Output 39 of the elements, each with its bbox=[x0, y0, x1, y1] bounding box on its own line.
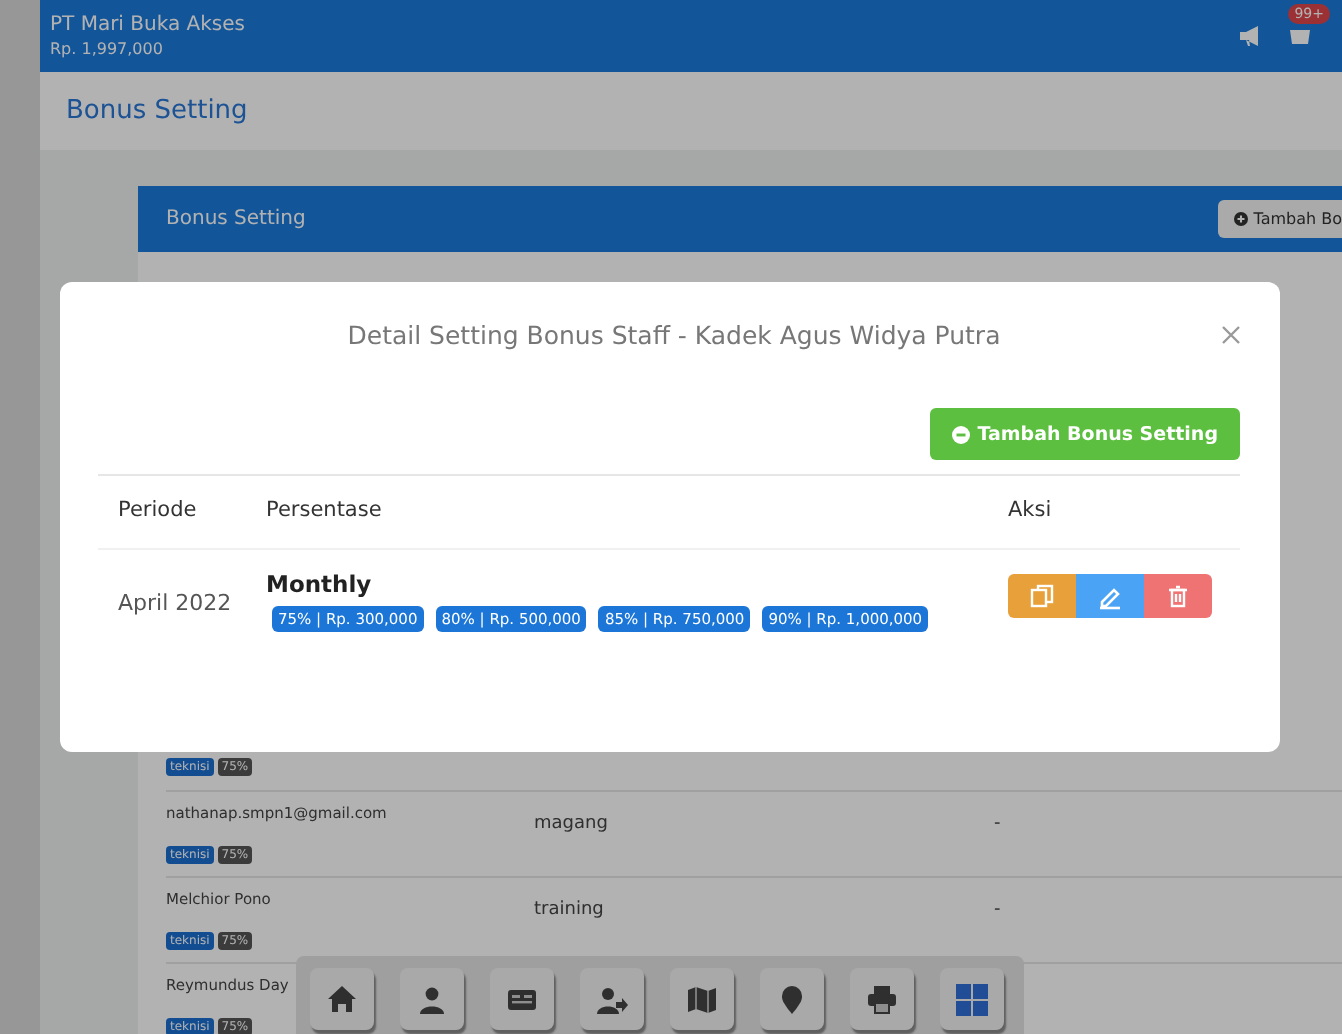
map-icon bbox=[686, 983, 718, 1015]
plus-circle-icon bbox=[1233, 212, 1248, 226]
column-header: Periode bbox=[118, 498, 197, 522]
delete-icon bbox=[1166, 583, 1190, 609]
balance: Rp. 1,997,000 bbox=[50, 40, 165, 58]
delete-button[interactable] bbox=[1144, 574, 1212, 618]
page-title: Bonus Setting bbox=[66, 96, 248, 126]
modal-title: Detail Setting Bonus Staff - Kadek Agus Widya Putra bbox=[345, 319, 1003, 349]
printer-dock-button[interactable] bbox=[850, 968, 914, 1030]
copy-icon bbox=[1030, 583, 1054, 609]
edit-button[interactable] bbox=[1076, 574, 1144, 618]
company-name: PT Mari Buka Akses bbox=[50, 14, 247, 36]
pin-dock-button[interactable] bbox=[760, 968, 824, 1030]
map-dock-button[interactable] bbox=[670, 968, 734, 1030]
table-cell: - bbox=[994, 900, 1001, 920]
add-button[interactable]: Tambah Bo bbox=[1217, 200, 1342, 238]
grid-dock-button[interactable] bbox=[940, 968, 1004, 1030]
edit-icon bbox=[1098, 583, 1122, 609]
status-text: magang bbox=[534, 814, 608, 834]
printer-icon bbox=[866, 983, 898, 1015]
close-icon[interactable] bbox=[1222, 325, 1240, 343]
megaphone-icon[interactable] bbox=[1240, 26, 1262, 46]
user-arrow-icon bbox=[596, 983, 628, 1015]
table-cell: - bbox=[994, 814, 1001, 834]
home-icon bbox=[326, 983, 358, 1015]
grid-icon bbox=[956, 983, 988, 1015]
user-dock-button[interactable] bbox=[400, 968, 464, 1030]
period-cell: April 2022 bbox=[118, 590, 232, 616]
column-header: Persentase bbox=[266, 498, 382, 522]
user-icon bbox=[416, 983, 448, 1015]
column-header: Aksi bbox=[1008, 498, 1052, 522]
minus-circle-icon bbox=[951, 425, 970, 443]
bonus-type: Monthly bbox=[266, 570, 374, 598]
status-text: training bbox=[534, 900, 604, 920]
pin-icon bbox=[776, 983, 808, 1015]
card-title: Bonus Setting bbox=[166, 208, 306, 230]
card-dock-button[interactable] bbox=[490, 968, 554, 1030]
user-arrow-dock-button[interactable] bbox=[580, 968, 644, 1030]
home-dock-button[interactable] bbox=[310, 968, 374, 1030]
